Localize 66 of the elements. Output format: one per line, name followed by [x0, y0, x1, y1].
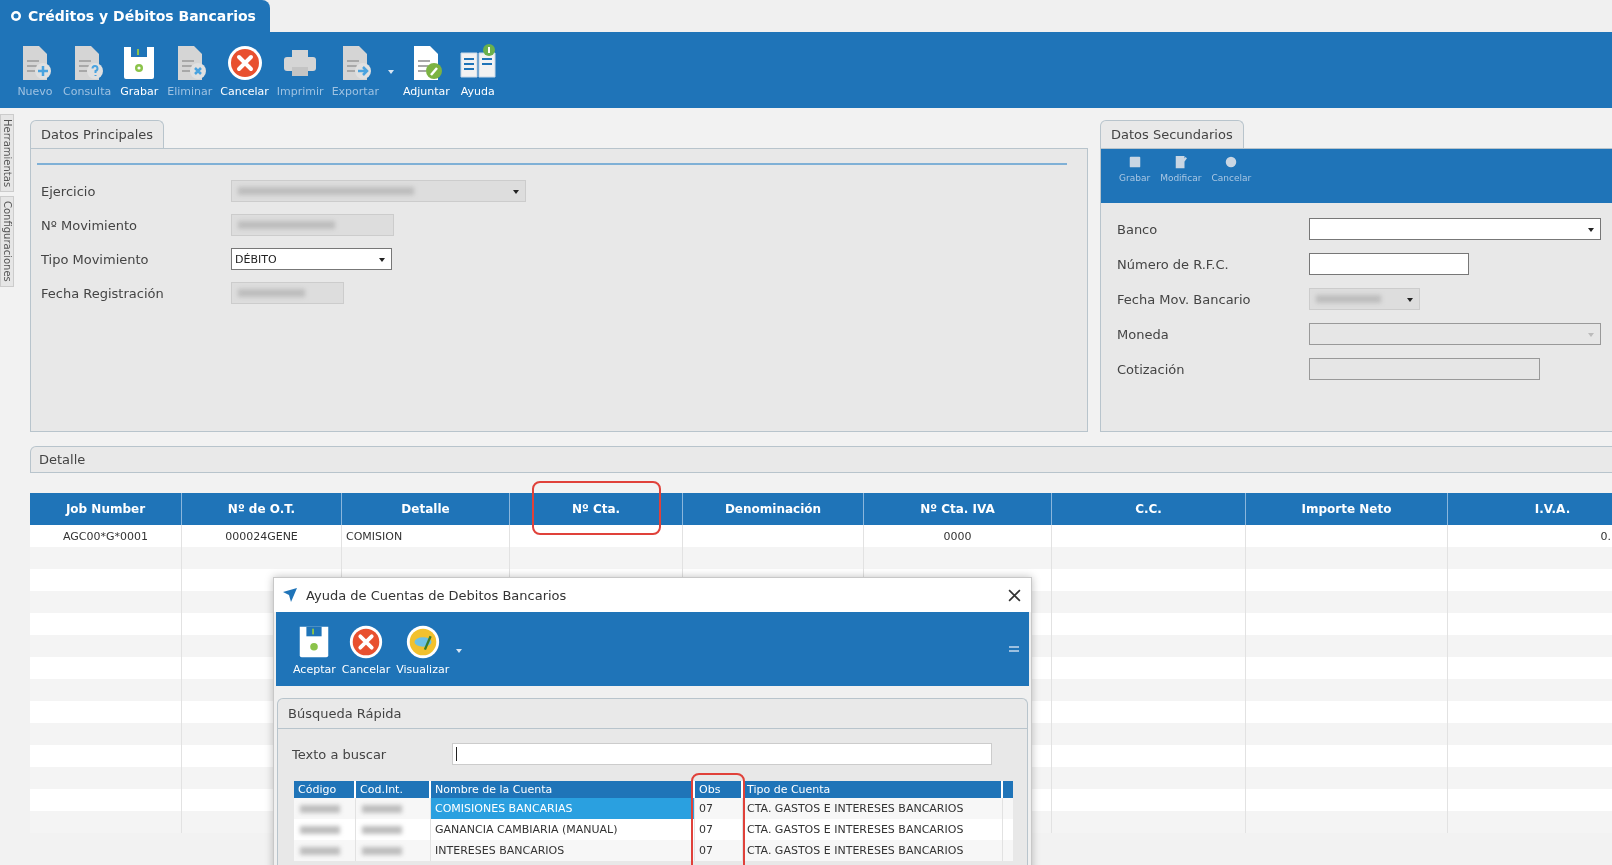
toolbar-icon — [1224, 155, 1239, 169]
toolbar-button[interactable]: Cancelar — [338, 620, 394, 678]
toolbar-button[interactable]: Visualizar — [393, 620, 453, 678]
list-row[interactable]: GANANCIA CAMBIARIA (MANUAL) 07 CTA. GASTOS E INTERESES BANCARIOS — [294, 819, 1013, 840]
search-field[interactable] — [452, 743, 992, 765]
table-cell: COMISION — [346, 529, 403, 543]
toolbar-button[interactable]: Adjuntar — [399, 40, 453, 100]
toolbar-icon — [1173, 155, 1188, 169]
input-field[interactable] — [231, 282, 344, 304]
table-cell: 07 — [699, 802, 713, 815]
toolbar-button[interactable]: Modificar — [1156, 149, 1206, 203]
table-cell: 07 — [699, 823, 713, 836]
field-label: Cotización — [1117, 361, 1186, 377]
side-tab[interactable]: Herramientas — [0, 114, 14, 193]
app-icon — [10, 10, 22, 22]
dropdown-field[interactable]: DÉBITO — [231, 248, 392, 270]
table-cell: COMISIONES BANCARIAS — [435, 802, 573, 815]
blurred-value — [300, 804, 340, 813]
input-field[interactable] — [1309, 253, 1469, 275]
blurred-value — [362, 825, 402, 834]
menu-icon[interactable] — [1009, 646, 1019, 652]
toolbar-icon — [1127, 155, 1142, 169]
blurred-value — [362, 846, 402, 855]
table-cell: 0000 — [943, 529, 972, 543]
table-cell: INTERESES BANCARIOS — [435, 844, 565, 857]
side-tab[interactable]: Configuraciones — [0, 196, 14, 287]
app-icon — [282, 587, 298, 603]
toolbar-button[interactable]: Grabar — [116, 40, 163, 100]
panel-tab[interactable]: Datos Principales — [30, 120, 165, 148]
table-cell: 07 — [699, 844, 713, 857]
field-label: Ejercicio — [41, 183, 97, 199]
field-label: Tipo Movimiento — [41, 251, 150, 267]
table-cell: CTA. GASTOS E INTERESES BANCARIOS — [747, 844, 964, 857]
window-title: Créditos y Débitos Bancarios — [28, 8, 256, 24]
dropdown-field[interactable] — [1309, 288, 1420, 310]
table-cell: CTA. GASTOS E INTERESES BANCARIOS — [747, 823, 964, 836]
panel-tab[interactable]: Detalle — [30, 446, 1612, 472]
panel-tab[interactable]: Datos Secundarios — [1100, 120, 1244, 148]
dropdown-field[interactable] — [231, 180, 526, 202]
field-label: Fecha Mov. Bancario — [1117, 291, 1252, 307]
table-cell: GANANCIA CAMBIARIA (MANUAL) — [435, 823, 618, 836]
table-cell: 0. — [1600, 529, 1611, 543]
table-cell: 000024GENE — [225, 529, 298, 543]
toolbar-button[interactable]: Grabar — [1115, 149, 1155, 203]
field-label: Moneda — [1117, 326, 1170, 342]
field-label: Número de R.F.C. — [1117, 256, 1230, 272]
panel-tab[interactable]: Búsqueda Rápida — [277, 698, 1028, 728]
field-label: Texto a buscar — [292, 746, 388, 762]
dropdown-field[interactable] — [1309, 218, 1601, 240]
field-label: Banco — [1117, 221, 1159, 237]
table-cell: CTA. GASTOS E INTERESES BANCARIOS — [747, 802, 964, 815]
blurred-value — [300, 825, 340, 834]
field-label: Nº Movimiento — [41, 217, 139, 233]
table-cell: AGC00*G*0001 — [62, 529, 149, 543]
blurred-value — [300, 846, 340, 855]
list-row[interactable]: COMISIONES BANCARIAS 07 CTA. GASTOS E INTERESES BANCARIOS — [294, 798, 1013, 819]
toolbar-button[interactable]: Cancelar — [217, 40, 272, 100]
list-row[interactable]: INTERESES BANCARIOS 07 CTA. GASTOS E INTERESES BANCARIOS — [294, 840, 1013, 861]
toolbar-button[interactable]: Aceptar — [290, 620, 339, 678]
input-field[interactable] — [231, 214, 394, 236]
dropdown-caret-icon[interactable] — [456, 649, 463, 653]
dialog-title: Ayuda de Cuentas de Debitos Bancarios — [306, 587, 568, 603]
toolbar-button[interactable]: Ayuda — [454, 40, 501, 100]
blurred-value — [362, 804, 402, 813]
toolbar-button[interactable]: Cancelar — [1207, 149, 1256, 203]
field-label: Fecha Registración — [41, 285, 165, 301]
